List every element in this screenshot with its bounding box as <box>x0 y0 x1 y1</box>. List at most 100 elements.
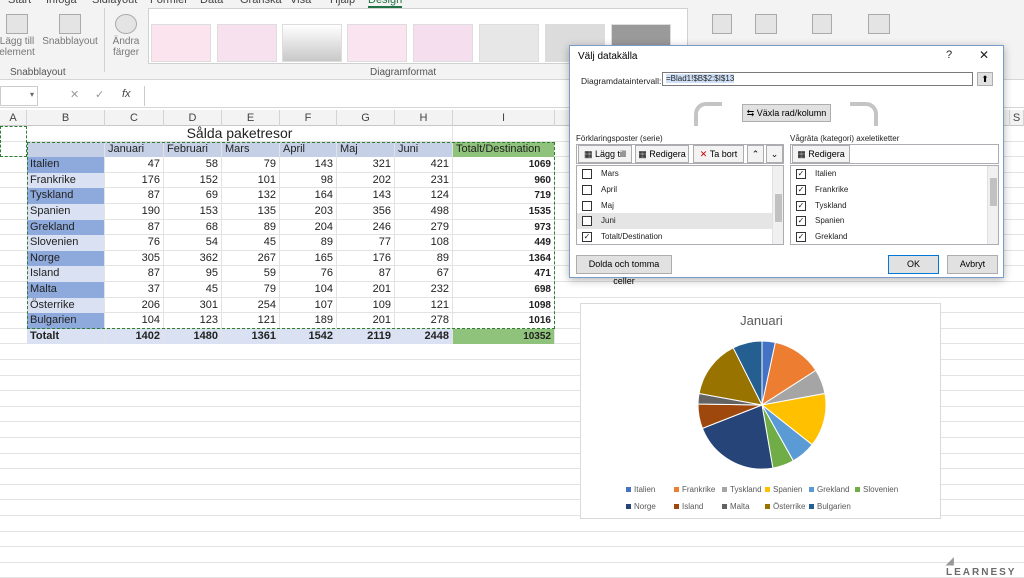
cell[interactable]: 143 <box>337 188 395 204</box>
change-chart-type-icon[interactable] <box>812 14 832 34</box>
add-element-button[interactable]: Lägg till element <box>0 14 40 58</box>
checkbox[interactable]: ✓ <box>796 200 806 211</box>
cell[interactable]: 98 <box>280 172 337 189</box>
axis-label-list[interactable]: ✓ Italien ✓ Frankrike ✓ Tyskland ✓ Spanien ✓ Grek… <box>790 165 999 245</box>
checkbox[interactable] <box>582 216 592 227</box>
chart-style-2[interactable] <box>217 24 277 62</box>
cell[interactable]: 121 <box>222 313 280 329</box>
cell[interactable]: 2119 <box>337 328 395 345</box>
cell[interactable]: 719 <box>453 188 555 204</box>
column-header-H[interactable]: H <box>395 110 453 126</box>
checkbox[interactable]: ✓ <box>796 216 806 227</box>
cell[interactable]: 69 <box>164 188 222 204</box>
cell[interactable]: 109 <box>337 297 395 314</box>
cell[interactable]: 1016 <box>453 313 555 329</box>
close-button[interactable]: ✕ <box>979 48 989 62</box>
cell[interactable]: Spanien <box>27 204 105 220</box>
cell[interactable]: 135 <box>222 204 280 220</box>
cell[interactable]: 231 <box>395 172 453 189</box>
cell[interactable]: Island <box>27 266 105 282</box>
cell[interactable]: 471 <box>453 266 555 282</box>
ribbon-tab-6[interactable]: Visa <box>290 0 311 6</box>
cell[interactable]: 132 <box>222 188 280 204</box>
cell[interactable]: 960 <box>453 172 555 189</box>
cell[interactable]: 152 <box>164 172 222 189</box>
name-box[interactable]: ▾ <box>0 86 38 106</box>
move-up-button[interactable]: ⌃ <box>747 145 764 163</box>
cell[interactable]: 164 <box>280 188 337 204</box>
cell[interactable]: Österrike <box>27 297 105 314</box>
column-header-I[interactable]: I <box>453 110 555 126</box>
cell[interactable]: Maj <box>337 141 395 158</box>
checkbox[interactable] <box>582 184 592 195</box>
enter-icon[interactable]: ✓ <box>95 88 104 101</box>
list-item[interactable]: Juni <box>577 213 783 230</box>
cell[interactable]: 87 <box>105 266 164 282</box>
switch-row-column-icon[interactable] <box>712 14 732 34</box>
hidden-empty-cells-button[interactable]: Dolda och tomma celler <box>576 255 672 286</box>
checkbox[interactable] <box>582 169 592 179</box>
move-down-button[interactable]: ⌄ <box>766 145 783 163</box>
scrollbar-thumb[interactable] <box>775 194 782 222</box>
cell[interactable]: 2448 <box>395 328 453 345</box>
series-list[interactable]: Mars April Maj Juni ✓ Totalt/Destination <box>576 165 784 245</box>
ribbon-tab-0[interactable]: Start <box>8 0 31 6</box>
sheet-title[interactable]: Sålda paketresor <box>27 126 453 143</box>
cell[interactable]: 189 <box>280 313 337 329</box>
quick-layout-button[interactable]: Snabblayout <box>42 14 98 47</box>
cell[interactable]: 121 <box>395 297 453 314</box>
fx-icon[interactable]: fx <box>122 88 131 100</box>
cell[interactable]: 89 <box>280 235 337 251</box>
list-item[interactable]: ✓ Frankrike <box>791 182 998 198</box>
cell[interactable]: 201 <box>337 313 395 329</box>
checkbox[interactable]: ✓ <box>796 232 806 243</box>
cell[interactable]: 279 <box>395 219 453 236</box>
collapse-dialog-icon[interactable]: ⬆ <box>977 72 993 86</box>
cell[interactable]: Juni <box>395 141 453 158</box>
cell[interactable]: 356 <box>337 204 395 220</box>
cell[interactable]: 254 <box>222 297 280 314</box>
cell[interactable]: 79 <box>222 282 280 298</box>
move-chart-icon[interactable] <box>868 14 890 34</box>
cell[interactable]: 77 <box>337 235 395 251</box>
cell[interactable]: Mars <box>222 141 280 158</box>
cell[interactable]: 143 <box>280 157 337 173</box>
cell[interactable]: 165 <box>280 250 337 267</box>
cell[interactable]: 176 <box>105 172 164 189</box>
cell[interactable]: 1069 <box>453 157 555 173</box>
change-colors-button[interactable]: Ändra färger <box>108 14 144 58</box>
column-header-E[interactable]: E <box>222 110 280 126</box>
list-item[interactable]: Maj <box>577 198 783 214</box>
cell[interactable]: 45 <box>164 282 222 298</box>
cell[interactable]: 1542 <box>280 328 337 345</box>
cell[interactable]: 79 <box>222 157 280 173</box>
cell[interactable]: 698 <box>453 282 555 298</box>
cell[interactable]: Totalt/Destination <box>453 141 555 158</box>
column-header-A[interactable]: A <box>0 110 27 126</box>
cell[interactable]: 305 <box>105 250 164 267</box>
checkbox[interactable]: ✓ <box>796 184 806 195</box>
cell[interactable]: 68 <box>164 219 222 236</box>
cell[interactable]: 1361 <box>222 328 280 345</box>
column-header-F[interactable]: F <box>280 110 337 126</box>
column-header-S[interactable]: S <box>1010 110 1024 126</box>
cell[interactable]: April <box>280 141 337 158</box>
chart-style-4[interactable] <box>347 24 407 62</box>
cell[interactable]: 232 <box>395 282 453 298</box>
list-item[interactable]: ✓ Totalt/Destination <box>577 229 783 244</box>
cell[interactable]: 203 <box>280 204 337 220</box>
edit-series-button[interactable]: ▦ Redigera <box>635 145 689 163</box>
cell[interactable]: 87 <box>337 266 395 282</box>
scrollbar[interactable] <box>987 166 998 244</box>
cell[interactable]: 58 <box>164 157 222 173</box>
cell[interactable]: 498 <box>395 204 453 220</box>
ribbon-tab-2[interactable]: Sidlayout <box>92 0 137 6</box>
pie-chart[interactable]: Januari Italien Frankrike Tyskland Spanien G… <box>580 303 941 519</box>
cell[interactable]: Norge <box>27 250 105 267</box>
list-item[interactable]: Mars <box>577 166 783 182</box>
cell[interactable]: 47 <box>105 157 164 173</box>
add-series-button[interactable]: ▦ Lägg till <box>578 145 632 163</box>
chart-style-6[interactable] <box>479 24 539 62</box>
cell[interactable]: 124 <box>395 188 453 204</box>
chart-style-5[interactable] <box>413 24 473 62</box>
